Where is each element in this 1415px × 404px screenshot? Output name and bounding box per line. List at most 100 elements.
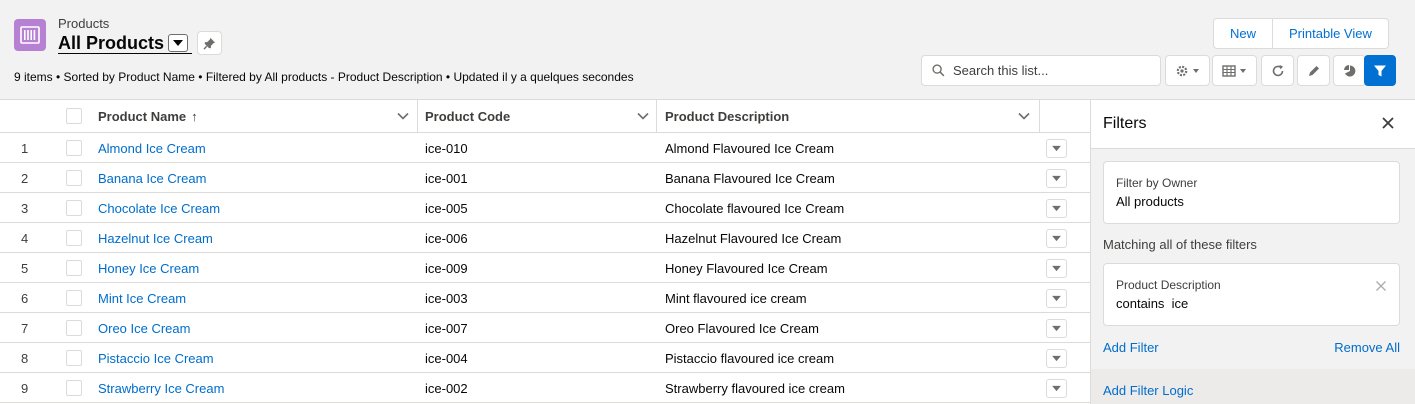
filter-condition: contains ice <box>1116 296 1189 311</box>
display-as-button[interactable] <box>1212 55 1257 86</box>
row-number: 2 <box>21 170 29 186</box>
refresh-button[interactable] <box>1261 55 1294 86</box>
product-name-link[interactable]: Almond Ice Cream <box>98 133 206 163</box>
inline-edit-button[interactable] <box>1297 55 1330 86</box>
row-checkbox[interactable] <box>66 253 82 283</box>
list-view-header: Products All Products 9 items • Sorted b… <box>0 0 1415 100</box>
row-actions-button[interactable] <box>1046 139 1067 158</box>
title-underline <box>58 53 192 54</box>
chevron-down-icon <box>1052 385 1061 392</box>
search-list-box[interactable] <box>921 55 1161 86</box>
table-row[interactable]: 4 Hazelnut Ice Cream ice-006 Hazelnut Flavo… <box>0 223 1090 253</box>
remove-all-link[interactable]: Remove All <box>1334 340 1400 355</box>
close-icon[interactable] <box>1381 116 1395 130</box>
column-divider[interactable] <box>417 100 418 133</box>
chevron-down-icon[interactable] <box>636 109 650 123</box>
product-code: ice-004 <box>425 350 468 366</box>
row-checkbox[interactable] <box>66 163 82 193</box>
product-name-link[interactable]: Pistaccio Ice Cream <box>98 343 214 373</box>
product-description: Almond Flavoured Ice Cream <box>665 140 835 156</box>
add-filter-link[interactable]: Add Filter <box>1103 340 1159 355</box>
row-actions-button[interactable] <box>1046 229 1067 248</box>
row-checkbox[interactable] <box>66 223 82 253</box>
chevron-down-icon <box>1052 175 1061 182</box>
table-row[interactable]: 8 Pistaccio Ice Cream ice-004 Pistaccio fla… <box>0 343 1090 373</box>
product-name-link[interactable]: Mint Ice Cream <box>98 283 186 313</box>
table-row[interactable]: 5 Honey Ice Cream ice-009 Honey Flavoured I… <box>0 253 1090 283</box>
row-actions-button[interactable] <box>1046 379 1067 398</box>
row-checkbox[interactable] <box>66 133 82 163</box>
column-header-product-code[interactable]: Product Code <box>425 100 510 133</box>
object-label: Products <box>58 16 110 31</box>
product-description: Mint flavoured ice cream <box>665 290 807 306</box>
product-name-link[interactable]: Banana Ice Cream <box>98 163 206 193</box>
product-name-link[interactable]: Oreo Ice Cream <box>98 313 190 343</box>
header-button-group: New Printable View <box>1213 18 1389 49</box>
row-actions-button[interactable] <box>1046 259 1067 278</box>
new-button[interactable]: New <box>1214 19 1272 48</box>
list-view-switcher[interactable]: All Products <box>58 31 189 55</box>
row-checkbox[interactable] <box>66 373 82 403</box>
product-description: Strawberry flavoured ice cream <box>665 380 845 396</box>
row-checkbox[interactable] <box>66 193 82 223</box>
add-filter-logic-link[interactable]: Add Filter Logic <box>1103 383 1193 398</box>
chevron-down-icon[interactable] <box>168 34 189 52</box>
table-row[interactable]: 7 Oreo Ice Cream ice-007 Oreo Flavoured Ice… <box>0 313 1090 343</box>
product-code: ice-007 <box>425 320 468 336</box>
charts-button[interactable] <box>1333 55 1366 86</box>
table-icon <box>1221 64 1246 77</box>
chevron-down-icon[interactable] <box>1017 109 1031 123</box>
row-number: 4 <box>21 230 29 246</box>
product-description: Oreo Flavoured Ice Cream <box>665 320 819 336</box>
chevron-down-icon <box>1052 205 1061 212</box>
product-name-link[interactable]: Honey Ice Cream <box>98 253 199 283</box>
list-view-title[interactable]: All Products <box>58 33 164 54</box>
row-actions-button[interactable] <box>1046 289 1067 308</box>
column-header-product-description[interactable]: Product Description <box>665 100 789 133</box>
product-description: Honey Flavoured Ice Cream <box>665 260 828 276</box>
filters-button[interactable] <box>1364 55 1396 86</box>
remove-filter-icon[interactable] <box>1375 280 1387 292</box>
column-divider[interactable] <box>1039 100 1040 133</box>
product-name-link[interactable]: Strawberry Ice Cream <box>98 373 224 403</box>
table-row[interactable]: 6 Mint Ice Cream ice-003 Mint flavoured ice… <box>0 283 1090 313</box>
filters-header: Filters <box>1091 100 1415 149</box>
products-object-icon <box>14 19 46 51</box>
product-name-link[interactable]: Chocolate Ice Cream <box>98 193 220 223</box>
column-divider[interactable] <box>656 100 657 133</box>
filter-icon <box>1374 65 1386 76</box>
row-checkbox[interactable] <box>66 283 82 313</box>
product-name-link[interactable]: Hazelnut Ice Cream <box>98 223 213 253</box>
pin-list-button[interactable] <box>197 31 222 55</box>
table-row[interactable]: 3 Chocolate Ice Cream ice-005 Chocolate fla… <box>0 193 1090 223</box>
list-settings-button[interactable] <box>1165 55 1210 86</box>
table-row[interactable]: 1 Almond Ice Cream ice-010 Almond Flavoured… <box>0 133 1090 163</box>
chevron-down-icon[interactable] <box>396 109 410 123</box>
product-code: ice-001 <box>425 170 468 186</box>
row-number: 7 <box>21 320 29 336</box>
row-number: 6 <box>21 290 29 306</box>
chevron-down-icon <box>1052 325 1061 332</box>
filter-by-owner-card[interactable]: Filter by Owner All products <box>1103 161 1400 224</box>
product-code: ice-002 <box>425 380 468 396</box>
row-checkbox[interactable] <box>66 343 82 373</box>
search-input[interactable] <box>953 63 1143 78</box>
select-all-checkbox[interactable] <box>66 108 82 124</box>
filter-item-card[interactable]: Product Description contains ice <box>1103 263 1400 326</box>
printable-view-button[interactable]: Printable View <box>1272 19 1388 48</box>
row-number: 5 <box>21 260 29 276</box>
product-code: ice-010 <box>425 140 468 156</box>
row-number: 9 <box>21 380 29 396</box>
table-body: 1 Almond Ice Cream ice-010 Almond Flavoured… <box>0 133 1090 403</box>
filters-panel: Filters Filter by Owner All products Mat… <box>1090 100 1415 404</box>
product-description: Banana Flavoured Ice Cream <box>665 170 835 186</box>
row-checkbox[interactable] <box>66 313 82 343</box>
table-row[interactable]: 2 Banana Ice Cream ice-001 Banana Flavoured… <box>0 163 1090 193</box>
row-actions-button[interactable] <box>1046 169 1067 188</box>
table-row[interactable]: 9 Strawberry Ice Cream ice-002 Strawberry f… <box>0 373 1090 403</box>
row-actions-button[interactable] <box>1046 199 1067 218</box>
row-actions-button[interactable] <box>1046 319 1067 338</box>
column-header-product-name[interactable]: Product Name ↑ <box>98 100 198 133</box>
pencil-icon <box>1308 65 1319 76</box>
row-actions-button[interactable] <box>1046 349 1067 368</box>
